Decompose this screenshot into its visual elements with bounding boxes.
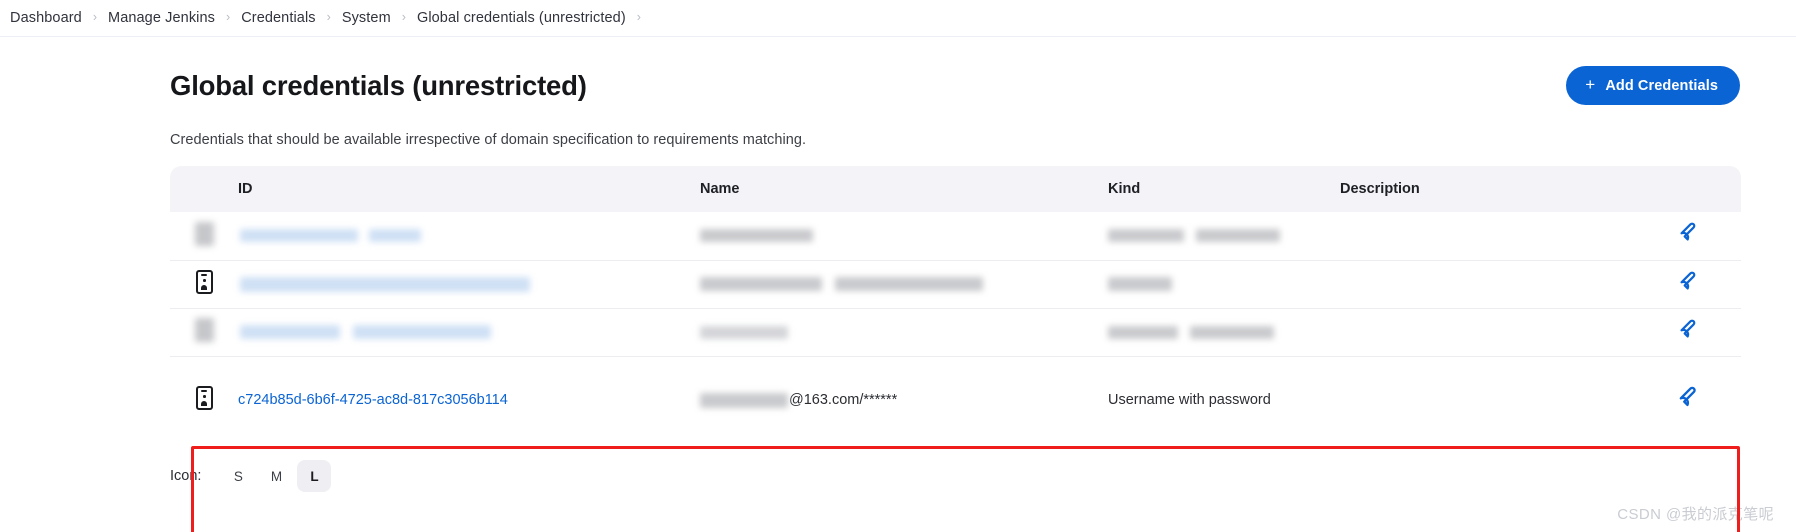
breadcrumb-item-system[interactable]: System bbox=[342, 10, 391, 26]
icon-size-option-l[interactable]: L bbox=[297, 460, 332, 492]
redacted-name bbox=[700, 229, 813, 243]
table-row[interactable] bbox=[170, 308, 1741, 357]
credential-description-cell bbox=[1340, 308, 1640, 357]
column-header-name: Name bbox=[700, 166, 1108, 212]
credential-kind-cell bbox=[1108, 212, 1340, 261]
column-header-icon bbox=[170, 166, 238, 212]
breadcrumb-item-global-credentials[interactable]: Global credentials (unrestricted) bbox=[417, 10, 626, 26]
redacted-id bbox=[353, 325, 492, 340]
breadcrumb-item-credentials[interactable]: Credentials bbox=[241, 10, 315, 26]
chevron-right-icon: › bbox=[401, 9, 406, 24]
breadcrumb-item-dashboard[interactable]: Dashboard bbox=[10, 10, 82, 26]
credential-description-cell bbox=[1340, 212, 1640, 261]
redacted-name bbox=[700, 277, 822, 292]
breadcrumb-item-manage-jenkins[interactable]: Manage Jenkins bbox=[108, 10, 215, 26]
credential-type-icon-cell bbox=[170, 212, 238, 261]
credential-name-cell bbox=[700, 308, 1108, 357]
credential-actions-cell bbox=[1640, 308, 1741, 357]
credential-type-icon-cell bbox=[170, 260, 238, 309]
credential-type-icon-cell bbox=[170, 308, 238, 357]
add-credentials-button[interactable]: + Add Credentials bbox=[1566, 66, 1740, 105]
redacted-id bbox=[240, 229, 358, 243]
table-row[interactable] bbox=[170, 260, 1741, 309]
redacted-icon bbox=[194, 221, 214, 246]
credential-kind-cell bbox=[1108, 260, 1340, 309]
credential-name-cell bbox=[700, 260, 1108, 309]
column-header-id: ID bbox=[238, 166, 700, 212]
chevron-right-icon: › bbox=[226, 9, 231, 24]
id-badge-icon bbox=[195, 386, 213, 411]
credential-actions-cell bbox=[1640, 212, 1741, 261]
breadcrumb: Dashboard › Manage Jenkins › Credentials… bbox=[0, 0, 1796, 37]
credential-id-cell[interactable]: c724b85d-6b6f-4725-ac8d-817c3056b114 bbox=[238, 356, 700, 444]
table-row[interactable]: c724b85d-6b6f-4725-ac8d-817c3056b114 @16… bbox=[170, 356, 1741, 444]
credential-kind-cell: Username with password bbox=[1108, 356, 1340, 444]
credential-kind-cell bbox=[1108, 308, 1340, 357]
column-header-description: Description bbox=[1340, 166, 1640, 212]
column-header-actions bbox=[1640, 166, 1741, 212]
redacted-id bbox=[369, 229, 422, 243]
wrench-icon[interactable] bbox=[1678, 318, 1703, 343]
credential-description-cell bbox=[1340, 260, 1640, 309]
icon-size-option-s[interactable]: S bbox=[221, 460, 255, 492]
wrench-icon[interactable] bbox=[1678, 270, 1703, 295]
icon-size-option-m[interactable]: M bbox=[259, 460, 293, 492]
credential-name-suffix: @163.com/****** bbox=[789, 392, 898, 409]
redacted-name bbox=[835, 277, 984, 292]
redacted-name bbox=[700, 325, 788, 339]
table-body: c724b85d-6b6f-4725-ac8d-817c3056b114 @16… bbox=[170, 212, 1741, 444]
id-badge-icon bbox=[195, 270, 213, 294]
redacted-kind bbox=[1108, 277, 1172, 292]
redacted-kind bbox=[1190, 325, 1275, 339]
add-credentials-label: Add Credentials bbox=[1605, 77, 1718, 94]
page-description: Credentials that should be available irr… bbox=[170, 132, 807, 148]
chevron-right-icon: › bbox=[636, 9, 641, 24]
icon-size-label: Icon: bbox=[170, 468, 202, 484]
credential-id-link[interactable]: c724b85d-6b6f-4725-ac8d-817c3056b114 bbox=[238, 392, 508, 408]
credentials-table-wrapper: ID Name Kind Description c724b85d-6b6f-4… bbox=[170, 166, 1741, 444]
watermark: CSDN @我的派克笔呢 bbox=[1617, 506, 1774, 523]
credential-name-cell bbox=[700, 212, 1108, 261]
wrench-icon[interactable] bbox=[1677, 385, 1704, 412]
wrench-icon[interactable] bbox=[1678, 221, 1703, 246]
credential-type-icon-cell bbox=[170, 356, 238, 444]
credential-description-cell bbox=[1340, 356, 1640, 444]
redacted-kind bbox=[1196, 229, 1281, 243]
redacted-id bbox=[240, 325, 340, 340]
column-header-kind: Kind bbox=[1108, 166, 1340, 212]
plus-icon: + bbox=[1585, 75, 1596, 94]
redacted-icon bbox=[194, 318, 214, 342]
redacted-kind bbox=[1108, 229, 1184, 243]
page-title-row: Global credentials (unrestricted) + Add … bbox=[170, 66, 1740, 105]
table-header-row: ID Name Kind Description bbox=[170, 166, 1741, 212]
credential-name-cell: @163.com/****** bbox=[700, 356, 1108, 444]
redacted-kind bbox=[1108, 325, 1178, 339]
credential-id-cell[interactable] bbox=[238, 308, 700, 357]
credential-kind-label: Username with password bbox=[1108, 392, 1271, 409]
credential-id-cell[interactable] bbox=[238, 260, 700, 309]
page-content: Global credentials (unrestricted) + Add … bbox=[0, 66, 1796, 532]
redacted-name-prefix bbox=[700, 392, 788, 408]
credential-actions-cell bbox=[1640, 356, 1741, 444]
redacted-id bbox=[240, 276, 530, 292]
chevron-right-icon: › bbox=[326, 9, 331, 24]
page-title: Global credentials (unrestricted) bbox=[170, 70, 587, 101]
chevron-right-icon: › bbox=[92, 9, 98, 24]
credentials-table: ID Name Kind Description c724b85d-6b6f-4… bbox=[170, 166, 1741, 444]
table-header: ID Name Kind Description bbox=[170, 166, 1741, 212]
table-row[interactable] bbox=[170, 212, 1741, 261]
credential-actions-cell bbox=[1640, 260, 1741, 309]
icon-size-selector: Icon: S M L bbox=[170, 460, 1740, 492]
credential-id-cell[interactable] bbox=[238, 212, 700, 261]
